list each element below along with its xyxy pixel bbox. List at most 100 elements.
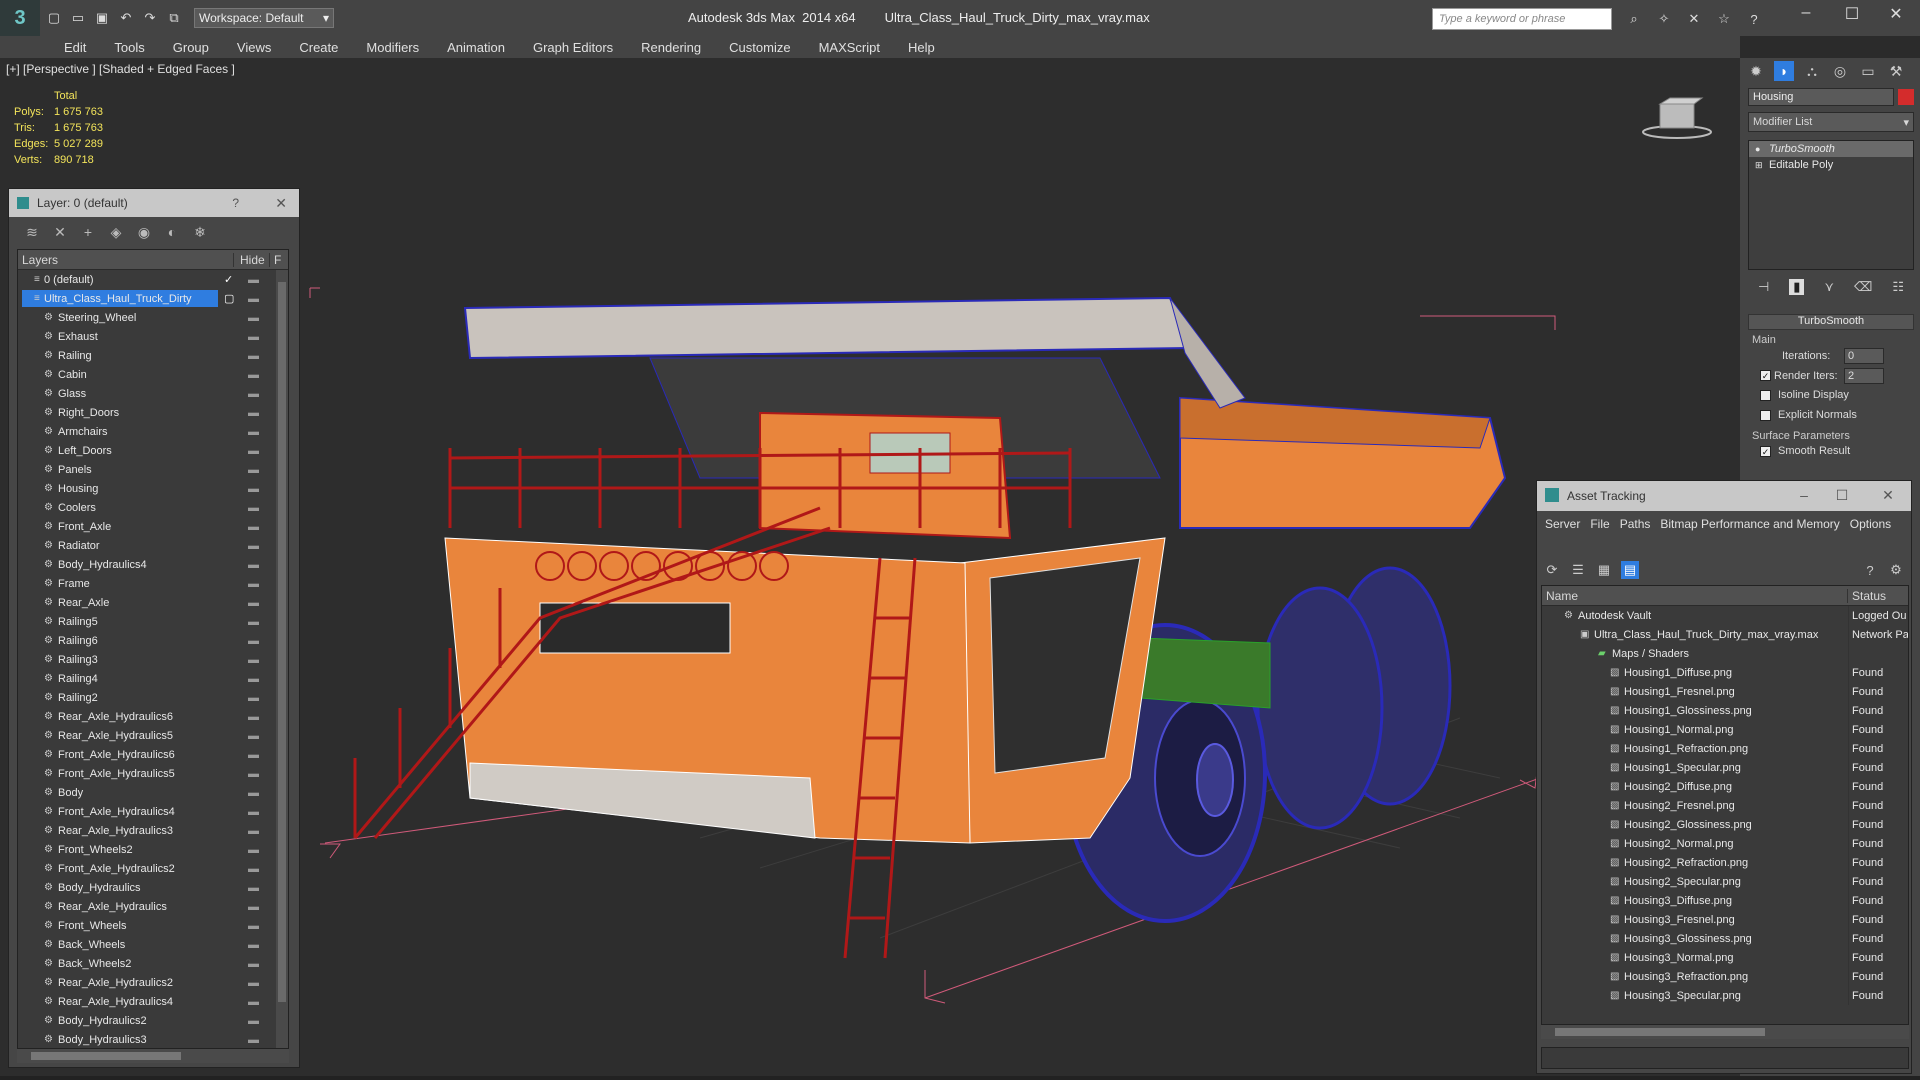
- layer-object-row[interactable]: ⚙ Back_Wheels ▬: [18, 935, 288, 954]
- table-view-icon[interactable]: ▤: [1621, 561, 1639, 579]
- hide-toggle[interactable]: ▬: [248, 730, 259, 742]
- close-button[interactable]: ✕: [1873, 487, 1903, 504]
- layer-object-row[interactable]: ⚙ Front_Wheels ▬: [18, 916, 288, 935]
- layer-object-row[interactable]: ⚙ Body_Hydraulics3 ▬: [18, 1030, 288, 1048]
- scroll-thumb[interactable]: [1555, 1028, 1765, 1036]
- layer-object-row[interactable]: ⚙ Front_Axle_Hydraulics2 ▬: [18, 859, 288, 878]
- maximize-button[interactable]: ☐: [1832, 4, 1872, 24]
- layer-object-row[interactable]: ⚙ Rear_Axle_Hydraulics6 ▬: [18, 707, 288, 726]
- hide-toggle[interactable]: ▬: [248, 578, 259, 590]
- asset-row-map[interactable]: ▧ Housing3_Specular.png Found: [1542, 986, 1908, 1005]
- save-file-icon[interactable]: ▣: [92, 8, 112, 28]
- hide-toggle[interactable]: ▬: [248, 939, 259, 951]
- layer-object-row[interactable]: ⚙ Front_Axle ▬: [18, 517, 288, 536]
- communication-icon[interactable]: ✕: [1684, 9, 1704, 29]
- help-icon[interactable]: ?: [1861, 561, 1879, 579]
- layer-object-row[interactable]: ⚙ Right_Doors ▬: [18, 403, 288, 422]
- favorites-star-icon[interactable]: ☆: [1714, 9, 1734, 29]
- layer-object-row[interactable]: ⚙ Body_Hydraulics2 ▬: [18, 1011, 288, 1030]
- layer-object-row[interactable]: ⚙ Front_Wheels2 ▬: [18, 840, 288, 859]
- hide-toggle[interactable]: ▬: [248, 293, 259, 305]
- layer-row-selected[interactable]: ≡ Ultra_Class_Haul_Truck_Dirty ▢ ▬: [18, 289, 288, 308]
- freeze-all-icon[interactable]: ❄: [191, 223, 209, 241]
- hide-toggle[interactable]: ▬: [248, 863, 259, 875]
- menu-animation[interactable]: Animation: [433, 40, 519, 55]
- asset-row-file[interactable]: ▣ Ultra_Class_Haul_Truck_Dirty_max_vray.…: [1542, 625, 1908, 644]
- column-layers[interactable]: Layers: [18, 252, 234, 267]
- remove-modifier-icon[interactable]: ⌫: [1854, 279, 1872, 295]
- layer-object-row[interactable]: ⚙ Panels ▬: [18, 460, 288, 479]
- scroll-thumb[interactable]: [278, 282, 286, 1002]
- menu-options[interactable]: Options: [1846, 515, 1897, 533]
- viewcube-icon[interactable]: [1640, 96, 1714, 140]
- asset-row-map[interactable]: ▧ Housing3_Refraction.png Found: [1542, 967, 1908, 986]
- layer-object-row[interactable]: ⚙ Front_Axle_Hydraulics4 ▬: [18, 802, 288, 821]
- hide-toggle[interactable]: ▬: [248, 331, 259, 343]
- column-name[interactable]: Name: [1542, 588, 1848, 603]
- layer-row-default[interactable]: ≡ 0 (default) ✓ ▬: [18, 270, 288, 289]
- scroll-thumb[interactable]: [31, 1052, 181, 1060]
- hide-toggle[interactable]: ▬: [248, 464, 259, 476]
- hide-toggle[interactable]: ▬: [248, 616, 259, 628]
- hide-toggle[interactable]: ▬: [248, 445, 259, 457]
- hide-toggle[interactable]: ▬: [248, 958, 259, 970]
- iterations-spinner[interactable]: 0: [1844, 348, 1884, 364]
- hide-toggle[interactable]: ▬: [248, 1015, 259, 1027]
- thumbnail-view-icon[interactable]: ▦: [1595, 561, 1613, 579]
- menu-customize[interactable]: Customize: [715, 40, 804, 55]
- menu-server[interactable]: Server: [1541, 515, 1586, 533]
- rollout-header[interactable]: TurboSmooth: [1748, 314, 1914, 330]
- layer-object-row[interactable]: ⚙ Exhaust ▬: [18, 327, 288, 346]
- configure-sets-icon[interactable]: ☷: [1892, 279, 1904, 295]
- asset-row-map[interactable]: ▧ Housing1_Refraction.png Found: [1542, 739, 1908, 758]
- menu-maxscript[interactable]: MAXScript: [805, 40, 894, 55]
- hide-toggle[interactable]: ▬: [248, 882, 259, 894]
- hide-all-icon[interactable]: ◐: [163, 223, 181, 241]
- menu-file[interactable]: File: [1586, 515, 1615, 533]
- menu-rendering[interactable]: Rendering: [627, 40, 715, 55]
- stack-item-turbosmooth[interactable]: ● TurboSmooth: [1749, 141, 1913, 157]
- binoculars-icon[interactable]: ⌕: [1624, 9, 1644, 29]
- asset-row-map[interactable]: ▧ Housing2_Specular.png Found: [1542, 872, 1908, 891]
- layer-object-row[interactable]: ⚙ Railing2 ▬: [18, 688, 288, 707]
- minimize-button[interactable]: –: [1786, 4, 1826, 22]
- layer-object-row[interactable]: ⚙ Railing6 ▬: [18, 631, 288, 650]
- hide-toggle[interactable]: ▬: [248, 369, 259, 381]
- layer-object-row[interactable]: ⚙ Coolers ▬: [18, 498, 288, 517]
- hide-toggle[interactable]: ▬: [248, 901, 259, 913]
- object-name-field[interactable]: Housing: [1748, 88, 1894, 106]
- asset-row-map[interactable]: ▧ Housing1_Normal.png Found: [1542, 720, 1908, 739]
- menu-tools[interactable]: Tools: [100, 40, 158, 55]
- asset-tracking-titlebar[interactable]: Asset Tracking – ☐ ✕: [1537, 481, 1911, 511]
- hide-toggle[interactable]: ▬: [248, 825, 259, 837]
- smooth-result-checkbox[interactable]: ✓: [1760, 446, 1771, 457]
- asset-row-map[interactable]: ▧ Housing1_Specular.png Found: [1542, 758, 1908, 777]
- lightbulb-icon[interactable]: ●: [1755, 144, 1760, 154]
- create-tab-icon[interactable]: ✹: [1746, 61, 1766, 81]
- hide-toggle[interactable]: ▬: [248, 388, 259, 400]
- layer-object-row[interactable]: ⚙ Glass ▬: [18, 384, 288, 403]
- column-status[interactable]: Status: [1848, 589, 1886, 603]
- asset-row-maps-folder[interactable]: ▰ Maps / Shaders: [1542, 644, 1908, 663]
- hide-toggle[interactable]: ▬: [248, 274, 259, 286]
- add-to-layer-icon[interactable]: +: [79, 223, 97, 241]
- menu-bitmap-performance[interactable]: Bitmap Performance and Memory: [1656, 515, 1845, 533]
- motion-tab-icon[interactable]: ◎: [1830, 61, 1850, 81]
- asset-row-map[interactable]: ▧ Housing2_Normal.png Found: [1542, 834, 1908, 853]
- maximize-button[interactable]: ☐: [1827, 487, 1857, 504]
- menu-views[interactable]: Views: [223, 40, 285, 55]
- layer-object-row[interactable]: ⚙ Rear_Axle_Hydraulics3 ▬: [18, 821, 288, 840]
- menu-group[interactable]: Group: [159, 40, 223, 55]
- hide-toggle[interactable]: ▬: [248, 559, 259, 571]
- close-icon[interactable]: ✕: [275, 195, 287, 212]
- open-file-icon[interactable]: ▭: [68, 8, 88, 28]
- layer-object-row[interactable]: ⚙ Radiator ▬: [18, 536, 288, 555]
- menu-paths[interactable]: Paths: [1616, 515, 1657, 533]
- subscription-icon[interactable]: ✧: [1654, 9, 1674, 29]
- asset-row-map[interactable]: ▧ Housing3_Fresnel.png Found: [1542, 910, 1908, 929]
- help-icon[interactable]: ?: [232, 196, 239, 210]
- column-hide[interactable]: Hide: [234, 252, 270, 267]
- hide-toggle[interactable]: ▬: [248, 692, 259, 704]
- hide-toggle[interactable]: ▬: [248, 711, 259, 723]
- asset-row-map[interactable]: ▧ Housing3_Normal.png Found: [1542, 948, 1908, 967]
